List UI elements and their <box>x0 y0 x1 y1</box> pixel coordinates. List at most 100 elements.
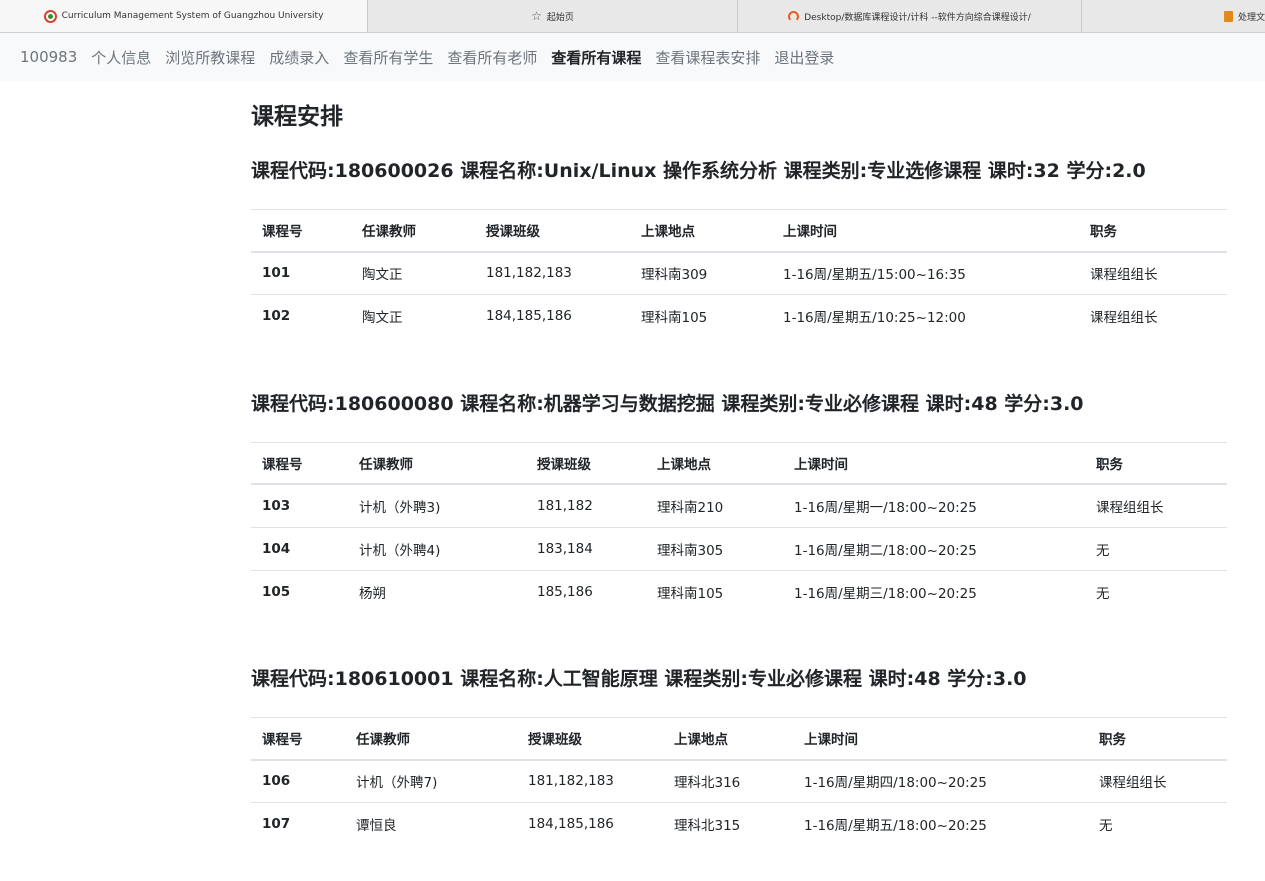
col-header-class: 授课班级 <box>517 717 663 761</box>
cell-time: 1-16周/星期二/18:00~20:25 <box>783 527 1085 571</box>
tab-title: Desktop/数据库课程设计/计科 --软件方向综合课程设计/ <box>804 12 1031 23</box>
course-heading: 课程代码:180600080 课程名称:机器学习与数据挖掘 课程类别:专业必修课… <box>251 392 1084 415</box>
col-header-role: 职务 <box>1088 717 1227 761</box>
table-header-row: 课程号 任课教师 授课班级 上课地点 上课时间 职务 <box>251 717 1227 761</box>
col-header-time: 上课时间 <box>793 717 1088 761</box>
browser-tab-desktop[interactable]: Desktop/数据库课程设计/计科 --软件方向综合课程设计/ <box>738 0 1082 32</box>
nav-all-students[interactable]: 查看所有学生 <box>343 47 433 68</box>
browser-tab-curriculum[interactable]: Curriculum Management System of Guangzho… <box>0 0 368 32</box>
nav-browse-taught-courses[interactable]: 浏览所教课程 <box>165 47 255 68</box>
cell-class: 184,185,186 <box>486 308 572 325</box>
course-heading: 课程代码:180600026 课程名称:Unix/Linux 操作系统分析 课程… <box>251 160 1146 182</box>
col-header-location: 上课地点 <box>663 717 793 761</box>
table-row: 106 计机（外聘7) 181,182,183 理科北316 1-16周/星期四… <box>251 759 1227 803</box>
cell-location: 理科南309 <box>630 251 772 295</box>
top-navbar: 100983 个人信息 浏览所教课程 成绩录入 查看所有学生 查看所有老师 查看… <box>0 33 1265 81</box>
cell-class: 181,182,183 <box>475 251 630 295</box>
tab-title: 起始页 <box>546 12 574 23</box>
browser-tab-start-page[interactable]: ☆ 起始页 <box>368 0 738 32</box>
cell-role: 课程组组长 <box>1079 251 1227 295</box>
course-section: 课程代码:180610001 课程名称:人工智能原理 课程类别:专业必修课程 课… <box>251 666 1227 846</box>
col-header-role: 职务 <box>1085 441 1227 485</box>
cell-location: 理科南105 <box>641 310 708 327</box>
page-title: 课程安排 <box>251 104 343 130</box>
cell-course-no: 104 <box>251 527 348 571</box>
cell-teacher: 计机（外聘3) <box>348 484 526 528</box>
table-header-row: 课程号 任课教师 授课班级 上课地点 上课时间 职务 <box>251 209 1227 253</box>
cell-role: 无 <box>1085 527 1227 571</box>
cell-course-no: 103 <box>251 484 348 528</box>
cell-role: 无 <box>1099 818 1113 835</box>
cell-role: 课程组组长 <box>1090 310 1158 327</box>
schedule-table: 课程号 任课教师 授课班级 上课地点 上课时间 职务 101 陶文正 181,1… <box>251 209 1227 338</box>
cell-class: 183,184 <box>526 527 646 571</box>
book-icon <box>1223 10 1233 22</box>
cell-location: 理科北316 <box>663 759 793 803</box>
col-header-role: 职务 <box>1079 209 1227 253</box>
table-row: 105 杨朔 185,186 理科南105 1-16周/星期三/18:00~20… <box>251 570 1227 613</box>
course-section: 课程代码:180600026 课程名称:Unix/Linux 操作系统分析 课程… <box>251 158 1227 338</box>
cell-time: 1-16周/星期五/15:00~16:35 <box>772 251 1079 295</box>
cell-role: 课程组组长 <box>1085 484 1227 528</box>
cell-class: 184,185,186 <box>528 816 614 833</box>
col-header-class: 授课班级 <box>526 441 646 485</box>
table-row: 103 计机（外聘3) 181,182 理科南210 1-16周/星期一/18:… <box>251 484 1227 528</box>
nav-all-courses[interactable]: 查看所有课程 <box>551 47 641 68</box>
browser-tab-processing[interactable]: 处理文 <box>1082 0 1265 32</box>
main-content: 课程安排 课程代码:180600026 课程名称:Unix/Linux 操作系统… <box>251 100 1227 846</box>
col-header-teacher: 任课教师 <box>348 441 526 485</box>
col-header-teacher: 任课教师 <box>345 717 517 761</box>
loading-icon <box>788 10 800 22</box>
nav-grade-entry[interactable]: 成绩录入 <box>269 47 329 68</box>
col-header-course-no: 课程号 <box>251 717 345 761</box>
cell-time: 1-16周/星期五/18:00~20:25 <box>804 818 987 835</box>
cell-course-no: 101 <box>251 251 351 295</box>
cell-course-no: 105 <box>262 583 291 600</box>
tab-title: Curriculum Management System of Guangzho… <box>61 11 324 21</box>
table-header-row: 课程号 任课教师 授课班级 上课地点 上课时间 职务 <box>251 441 1227 485</box>
star-icon: ☆ <box>531 9 542 23</box>
cell-course-no: 102 <box>262 308 291 325</box>
col-header-teacher: 任课教师 <box>351 209 475 253</box>
table-row: 102 陶文正 184,185,186 理科南105 1-16周/星期五/10:… <box>251 295 1227 338</box>
cell-teacher: 陶文正 <box>362 310 403 327</box>
cell-time: 1-16周/星期三/18:00~20:25 <box>794 585 977 602</box>
cell-location: 理科北315 <box>674 818 741 835</box>
schedule-table: 课程号 任课教师 授课班级 上课地点 上课时间 职务 103 计机（外聘3) 1… <box>251 441 1227 614</box>
nav-all-teachers[interactable]: 查看所有老师 <box>447 47 537 68</box>
cell-teacher: 计机（外聘7) <box>345 759 517 803</box>
cell-class: 181,182,183 <box>517 759 663 803</box>
browser-tab-bar: Curriculum Management System of Guangzho… <box>0 0 1265 33</box>
table-row: 101 陶文正 181,182,183 理科南309 1-16周/星期五/15:… <box>251 251 1227 295</box>
cell-time: 1-16周/星期一/18:00~20:25 <box>783 484 1085 528</box>
cell-role: 无 <box>1096 585 1110 602</box>
course-heading: 课程代码:180610001 课程名称:人工智能原理 课程类别:专业必修课程 课… <box>251 668 1027 690</box>
cell-location: 理科南105 <box>657 585 724 602</box>
nav-schedule[interactable]: 查看课程表安排 <box>655 47 760 68</box>
cell-course-no: 106 <box>251 759 345 803</box>
col-header-course-no: 课程号 <box>251 441 348 485</box>
user-id[interactable]: 100983 <box>20 48 77 66</box>
col-header-course-no: 课程号 <box>251 209 351 253</box>
cell-location: 理科南305 <box>646 527 783 571</box>
table-row: 107 谭恒良 184,185,186 理科北315 1-16周/星期五/18:… <box>251 803 1227 846</box>
cell-time: 1-16周/星期四/18:00~20:25 <box>793 759 1088 803</box>
cell-teacher: 杨朔 <box>359 585 386 602</box>
cell-teacher: 谭恒良 <box>356 818 397 835</box>
university-logo-icon <box>43 9 57 23</box>
cell-location: 理科南210 <box>646 484 783 528</box>
cell-class: 181,182 <box>526 484 646 528</box>
nav-personal-info[interactable]: 个人信息 <box>91 47 151 68</box>
course-section: 课程代码:180600080 课程名称:机器学习与数据挖掘 课程类别:专业必修课… <box>251 391 1227 614</box>
tab-title: 处理文 <box>1237 12 1265 23</box>
col-header-location: 上课地点 <box>646 441 783 485</box>
col-header-class: 授课班级 <box>475 209 630 253</box>
cell-class: 185,186 <box>537 583 593 600</box>
cell-role: 课程组组长 <box>1088 759 1227 803</box>
cell-course-no: 107 <box>262 816 291 833</box>
nav-logout[interactable]: 退出登录 <box>774 47 834 68</box>
col-header-time: 上课时间 <box>772 209 1079 253</box>
cell-teacher: 陶文正 <box>351 251 475 295</box>
cell-teacher: 计机（外聘4) <box>348 527 526 571</box>
table-row: 104 计机（外聘4) 183,184 理科南305 1-16周/星期二/18:… <box>251 527 1227 571</box>
